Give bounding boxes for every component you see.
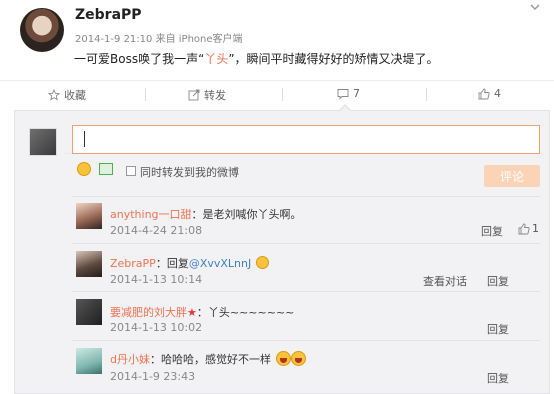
- comment-text: ：哈哈哈，感觉好不一样: [149, 353, 271, 366]
- comment-input[interactable]: [72, 125, 540, 154]
- reply-button[interactable]: 回复: [487, 273, 509, 289]
- comment-button[interactable]: 7: [337, 87, 360, 100]
- submit-comment-button[interactable]: 评论: [484, 165, 540, 187]
- comment-avatar[interactable]: [76, 251, 102, 277]
- like-count: 4: [494, 87, 501, 100]
- post-source: 来自 iPhone客户端: [155, 34, 243, 45]
- post-text-after: ”，瞬间平时藏得好好的矫情又决堤了。: [228, 52, 439, 66]
- forward-icon: [188, 89, 200, 101]
- comment-mention[interactable]: @XvvXLnnJ: [189, 257, 251, 270]
- favorite-button[interactable]: 收藏: [48, 87, 86, 103]
- comment-author[interactable]: anything一口甜: [110, 208, 192, 221]
- forward-label: 转发: [204, 89, 226, 102]
- divider: [282, 88, 283, 101]
- post-username[interactable]: ZebraPP: [75, 7, 142, 23]
- thumbs-up-icon: [518, 223, 530, 234]
- post-text-before: 一可爱Boss唤了我一声“: [74, 52, 205, 66]
- comment-text: ：是老刘喊你丫头啊。: [191, 208, 302, 221]
- comment-avatar[interactable]: [76, 203, 102, 229]
- comment-time: 2014-4-24 21:08: [110, 224, 203, 237]
- image-icon[interactable]: [99, 163, 113, 175]
- text-cursor: [84, 131, 85, 147]
- comment-avatar[interactable]: [76, 299, 102, 325]
- comment-text: ：回复: [155, 257, 189, 270]
- star-icon: [48, 89, 60, 101]
- comment-like-count: 1: [532, 222, 539, 235]
- emoji-icon[interactable]: [77, 162, 91, 176]
- comment-like-button[interactable]: 1: [518, 222, 539, 235]
- comment-body: ZebraPP：回复@XvvXLnnJ: [110, 252, 270, 271]
- emoji-smile-icon: [256, 256, 270, 269]
- view-dialog-button[interactable]: 查看对话: [423, 273, 467, 289]
- comment-time: 2014-1-13 10:14: [110, 273, 203, 286]
- forward-button[interactable]: 转发: [188, 87, 226, 103]
- comment-body: anything一口甜：是老刘喊你丫头啊。: [110, 203, 302, 222]
- comment-divider: [72, 340, 540, 341]
- chevron-down-icon[interactable]: [530, 2, 540, 12]
- comment-divider: [72, 243, 540, 244]
- vip-star-icon: ★: [187, 306, 197, 319]
- comment-author[interactable]: 要减肥的刘大胖: [110, 306, 187, 319]
- favorite-label: 收藏: [64, 89, 86, 102]
- comment-time: 2014-1-9 23:43: [110, 370, 196, 383]
- panel-caret-inner: [339, 106, 351, 112]
- comment-avatar[interactable]: [76, 348, 102, 374]
- post-timestamp[interactable]: 2014-1-9 21:10: [75, 34, 152, 45]
- divider: [426, 88, 427, 101]
- like-button[interactable]: 4: [478, 87, 501, 100]
- action-bar: 收藏 转发 7 4: [0, 80, 554, 107]
- comment-body: d丹小妹：哈哈哈，感觉好不一样: [110, 348, 307, 367]
- reply-button[interactable]: 回复: [481, 223, 503, 239]
- comment-divider: [72, 196, 540, 197]
- comment-text: ：丫头~~~~~~~: [196, 306, 295, 319]
- emoji-laugh-icon: [276, 351, 292, 366]
- comment-time: 2014-1-13 10:02: [110, 321, 203, 334]
- thumbs-up-icon: [478, 88, 490, 99]
- forward-checkbox[interactable]: [126, 166, 136, 176]
- emoji-laugh-icon: [291, 351, 307, 366]
- comment-author[interactable]: d丹小妹: [110, 353, 150, 366]
- forward-checkbox-label[interactable]: 同时转发到我的微博: [140, 164, 239, 180]
- comment-body: 要减肥的刘大胖★：丫头~~~~~~~: [110, 301, 294, 320]
- post-text-highlight: 丫头: [204, 52, 229, 66]
- comment-icon: [337, 88, 349, 100]
- avatar[interactable]: [20, 8, 64, 52]
- post-meta: 2014-1-9 21:10 来自 iPhone客户端: [75, 30, 243, 45]
- my-avatar: [29, 128, 57, 156]
- comment-divider: [72, 291, 540, 292]
- comment-author[interactable]: ZebraPP: [110, 257, 156, 270]
- divider: [145, 88, 146, 101]
- reply-button[interactable]: 回复: [487, 370, 509, 386]
- post-content: 一可爱Boss唤了我一声“丫头”，瞬间平时藏得好好的矫情又决堤了。: [74, 50, 439, 67]
- comment-count: 7: [353, 87, 360, 100]
- reply-button[interactable]: 回复: [487, 321, 509, 337]
